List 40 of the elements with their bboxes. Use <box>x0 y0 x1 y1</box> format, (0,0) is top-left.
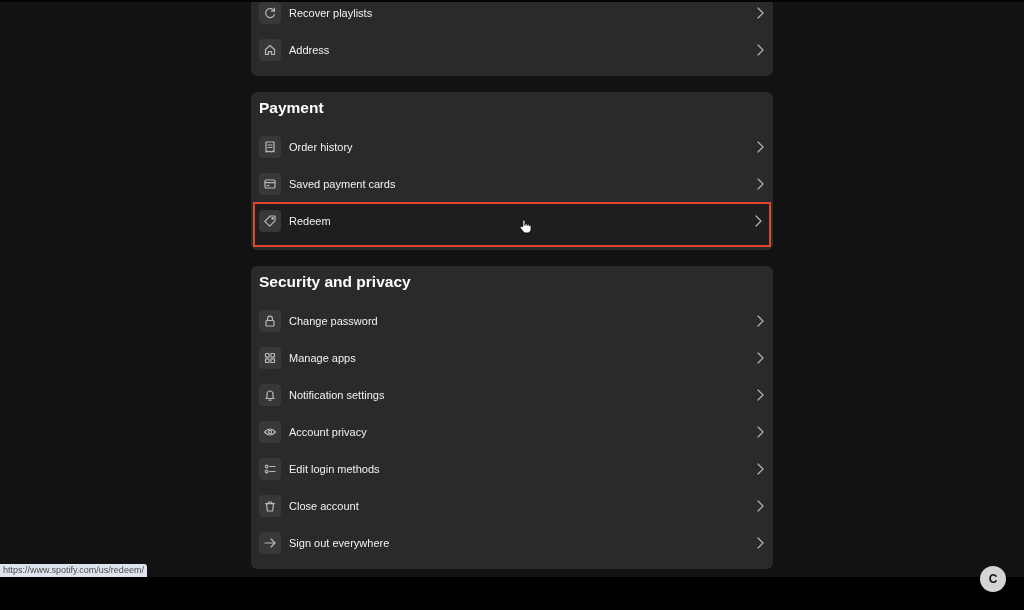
chevron-right-icon <box>755 214 762 227</box>
bell-icon <box>259 383 281 406</box>
chevron-right-icon <box>757 351 764 364</box>
chevron-right-icon <box>757 536 764 549</box>
status-url: https://www.spotify.com/us/redeem/ <box>0 564 147 577</box>
menu-item[interactable]: Sign out everywhere <box>251 524 773 561</box>
menu-item[interactable]: Change password <box>251 302 773 339</box>
lock-icon <box>259 309 281 332</box>
chevron-right-icon <box>757 43 764 56</box>
refresh-icon <box>259 2 281 24</box>
arrow-right-icon <box>259 531 281 554</box>
menu-item[interactable]: Edit login methods <box>251 450 773 487</box>
trash-icon <box>259 494 281 517</box>
menu-item[interactable]: Recover playlists <box>251 2 773 31</box>
grid-icon <box>259 346 281 369</box>
menu-item[interactable]: Address <box>251 31 773 68</box>
chevron-right-icon <box>757 425 764 438</box>
chevron-right-icon <box>757 140 764 153</box>
menu-item[interactable]: Order history <box>251 128 773 165</box>
menu-item[interactable]: Notification settings <box>251 376 773 413</box>
house-icon <box>259 38 281 61</box>
section-title: Security and privacy <box>258 272 412 292</box>
menu-item[interactable]: Manage apps <box>251 339 773 376</box>
section-title: Payment <box>258 98 325 118</box>
chevron-right-icon <box>757 314 764 327</box>
chevron-right-icon <box>757 462 764 475</box>
chevron-right-icon <box>757 499 764 512</box>
chevron-right-icon <box>757 6 764 19</box>
chevron-right-icon <box>757 177 764 190</box>
eye-icon <box>259 420 281 443</box>
menu-item[interactable]: Account privacy <box>251 413 773 450</box>
menu-item[interactable]: Redeem <box>253 202 771 247</box>
chevron-right-icon <box>757 388 764 401</box>
receipt-icon <box>259 135 281 158</box>
list-icon <box>259 457 281 480</box>
menu-item[interactable]: Close account <box>251 487 773 524</box>
hand-cursor-icon <box>519 219 532 234</box>
card-icon <box>259 172 281 195</box>
menu-item[interactable]: Saved payment cards <box>251 165 773 202</box>
tag-icon <box>259 209 281 232</box>
